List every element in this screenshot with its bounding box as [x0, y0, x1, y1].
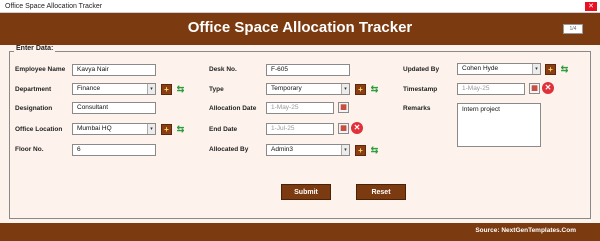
refresh-icon[interactable]: ⇆	[559, 64, 570, 75]
floor-no-label: Floor No.	[15, 146, 44, 153]
chevron-down-icon[interactable]: ▾	[147, 84, 155, 94]
desk-no-label: Desk No.	[209, 66, 237, 73]
allocated-by-select[interactable]: Admin3 ▾	[266, 144, 350, 156]
refresh-icon[interactable]: ⇆	[175, 124, 186, 135]
chevron-down-icon[interactable]: ▾	[532, 64, 540, 74]
refresh-icon[interactable]: ⇆	[369, 84, 380, 95]
desk-no-field[interactable]: F-605	[266, 64, 350, 76]
designation-field[interactable]: Consultant	[72, 102, 156, 114]
updated-by-label: Updated By	[403, 66, 440, 73]
department-label: Department	[15, 86, 52, 93]
submit-button[interactable]: Submit	[281, 184, 331, 200]
refresh-icon[interactable]: ⇆	[369, 145, 380, 156]
reset-button[interactable]: Reset	[356, 184, 406, 200]
window-close-icon[interactable]: ✕	[585, 2, 597, 11]
office-location-value: Mumbai HQ	[77, 125, 112, 132]
remarks-label: Remarks	[403, 105, 431, 112]
type-value: Temporary	[271, 85, 302, 92]
office-location-select[interactable]: Mumbai HQ ▾	[72, 123, 156, 135]
allocated-by-label: Allocated By	[209, 146, 249, 153]
clear-icon[interactable]: ✕	[351, 122, 363, 134]
header-banner: Office Space Allocation Tracker 1/4	[0, 13, 600, 45]
window-title: Office Space Allocation Tracker	[5, 3, 103, 10]
updated-by-value: Cohen Hyde	[462, 65, 499, 72]
type-select[interactable]: Temporary ▾	[266, 83, 350, 95]
chevron-down-icon[interactable]: ▾	[147, 124, 155, 134]
refresh-icon[interactable]: ⇆	[175, 84, 186, 95]
allocated-by-value: Admin3	[271, 146, 294, 153]
add-type-button[interactable]: +	[355, 84, 366, 95]
add-updater-button[interactable]: +	[545, 64, 556, 75]
panel-legend: Enter Data:	[14, 45, 56, 52]
record-indicator: 1/4	[563, 24, 583, 34]
floor-no-field[interactable]: 6	[72, 144, 156, 156]
employee-name-label: Employee Name	[15, 66, 66, 73]
employee-name-field[interactable]: Kavya Nair	[72, 64, 156, 76]
allocation-date-field[interactable]: 1-May-25	[266, 102, 334, 114]
department-select[interactable]: Finance ▾	[72, 83, 156, 95]
clear-icon[interactable]: ✕	[542, 82, 554, 94]
add-location-button[interactable]: +	[161, 124, 172, 135]
end-date-field[interactable]: 1-Jul-25	[266, 123, 334, 135]
add-allocator-button[interactable]: +	[355, 145, 366, 156]
remarks-textarea[interactable]: Intern project	[457, 103, 541, 147]
add-department-button[interactable]: +	[161, 84, 172, 95]
calendar-icon[interactable]: ▦	[338, 123, 349, 134]
window-titlebar: Office Space Allocation Tracker ✕	[0, 0, 600, 13]
end-date-label: End Date	[209, 126, 238, 133]
office-location-label: Office Location	[15, 126, 63, 133]
timestamp-label: Timestamp	[403, 86, 438, 93]
designation-label: Designation	[15, 105, 53, 112]
updated-by-select[interactable]: Cohen Hyde ▾	[457, 63, 541, 75]
chevron-down-icon[interactable]: ▾	[341, 145, 349, 155]
chevron-down-icon[interactable]: ▾	[341, 84, 349, 94]
source-credit: Source: NextGenTemplates.Com	[475, 227, 576, 234]
allocation-date-label: Allocation Date	[209, 105, 257, 112]
footer-bar: Source: NextGenTemplates.Com	[0, 223, 600, 241]
calendar-icon[interactable]: ▦	[338, 102, 349, 113]
department-value: Finance	[77, 85, 101, 92]
calendar-icon[interactable]: ▦	[529, 83, 540, 94]
type-label: Type	[209, 86, 224, 93]
page-title: Office Space Allocation Tracker	[187, 19, 413, 36]
timestamp-field[interactable]: 1-May-25	[457, 83, 525, 95]
